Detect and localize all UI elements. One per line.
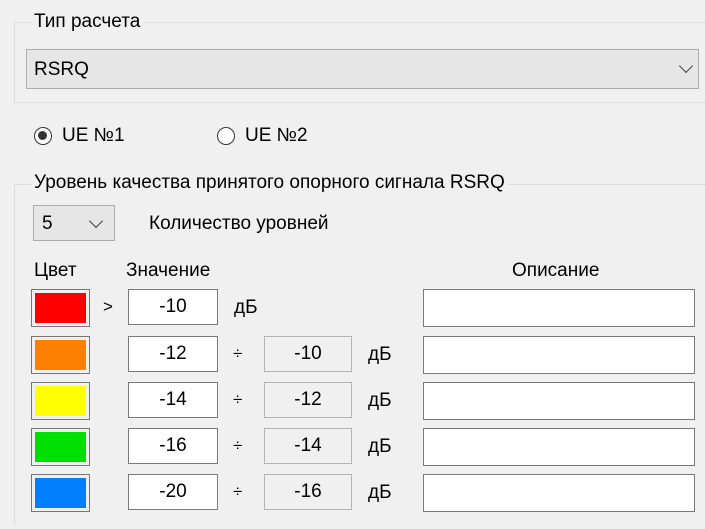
color-swatch-4[interactable]	[31, 428, 90, 466]
color-fill-2	[35, 340, 86, 370]
value-from-1[interactable]: -10	[128, 289, 218, 325]
greater-than-symbol: >	[103, 297, 113, 316]
range-symbol-3: ÷	[233, 390, 243, 409]
calc-type-label: Тип расчета	[31, 11, 144, 33]
radio-ue1-label: UE №1	[62, 125, 125, 146]
radio-ue2[interactable]: UE №2	[217, 125, 308, 147]
description-field-4[interactable]	[423, 428, 695, 466]
column-header-description: Описание	[512, 260, 600, 281]
radio-ue2-label: UE №2	[245, 125, 308, 146]
levels-count-select[interactable]: 5	[33, 205, 115, 241]
description-field-3[interactable]	[423, 382, 695, 420]
column-header-value: Значение	[126, 260, 211, 281]
value-from-4[interactable]: -16	[128, 428, 218, 464]
color-swatch-3[interactable]	[31, 382, 90, 420]
color-swatch-5[interactable]	[31, 474, 90, 512]
radio-ue1[interactable]: UE №1	[34, 125, 125, 147]
value-to-3: -12	[264, 382, 352, 418]
value-to-5: -16	[264, 474, 352, 510]
range-symbol-4: ÷	[233, 436, 243, 455]
value-from-2[interactable]: -12	[128, 336, 218, 372]
color-swatch-1[interactable]	[31, 289, 90, 327]
color-fill-3	[35, 386, 86, 416]
radio-ue1-indicator	[34, 127, 52, 145]
levels-count-label: Количество уровней	[149, 213, 329, 234]
value-from-3[interactable]: -14	[128, 382, 218, 418]
column-header-color: Цвет	[34, 260, 77, 281]
chevron-down-icon	[678, 58, 694, 74]
value-to-4: -14	[264, 428, 352, 464]
radio-ue2-indicator	[217, 127, 235, 145]
description-field-5[interactable]	[423, 474, 695, 512]
color-swatch-2[interactable]	[31, 336, 90, 374]
color-fill-5	[35, 478, 86, 508]
color-fill-1	[35, 293, 86, 323]
description-field-1[interactable]	[423, 289, 695, 327]
range-symbol-2: ÷	[233, 344, 243, 363]
levels-count-value: 5	[42, 213, 53, 234]
color-fill-4	[35, 432, 86, 462]
unit-label-2: дБ	[368, 344, 392, 365]
unit-label-5: дБ	[368, 482, 392, 503]
unit-label-4: дБ	[368, 436, 392, 457]
unit-label-3: дБ	[368, 390, 392, 411]
calc-type-value: RSRQ	[34, 59, 89, 80]
range-symbol-5: ÷	[233, 482, 243, 501]
chevron-down-icon	[88, 213, 104, 229]
description-field-2[interactable]	[423, 336, 695, 374]
calc-type-select[interactable]: RSRQ	[26, 49, 699, 89]
value-to-2: -10	[264, 336, 352, 372]
value-from-5[interactable]: -20	[128, 474, 218, 510]
unit-label-1: дБ	[234, 297, 258, 318]
quality-group-title: Уровень качества принятого опорного сигн…	[31, 172, 508, 194]
